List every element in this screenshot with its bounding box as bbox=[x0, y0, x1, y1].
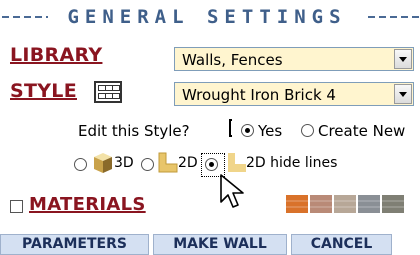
library-dropdown-button[interactable] bbox=[394, 49, 412, 69]
edit-create-new-label[interactable]: Create New bbox=[318, 122, 405, 140]
style-select-value: Wrought Iron Brick 4 bbox=[182, 86, 336, 104]
material-swatch[interactable] bbox=[334, 195, 356, 213]
style-label[interactable]: STYLE bbox=[10, 80, 77, 102]
settings-header: GENERAL SETTINGS bbox=[0, 0, 420, 34]
style-grid-button[interactable] bbox=[94, 81, 122, 103]
material-swatch[interactable] bbox=[382, 195, 404, 213]
materials-checkbox[interactable] bbox=[10, 200, 23, 213]
view-2d-radio[interactable] bbox=[141, 158, 154, 171]
material-swatch[interactable] bbox=[358, 195, 380, 213]
parameters-button[interactable]: PARAMETERS bbox=[0, 234, 149, 255]
view-3d-radio[interactable] bbox=[74, 158, 87, 171]
edit-create-new-radio[interactable] bbox=[301, 124, 314, 137]
materials-label[interactable]: MATERIALS bbox=[29, 194, 146, 215]
edit-style-question: Edit this Style? bbox=[78, 122, 190, 140]
view-2d-hide-label[interactable]: 2D hide lines bbox=[246, 155, 337, 171]
cancel-button[interactable]: CANCEL bbox=[291, 234, 392, 255]
edit-yes-label[interactable]: Yes bbox=[258, 122, 282, 140]
style-dropdown-button[interactable] bbox=[394, 84, 412, 104]
material-swatches[interactable] bbox=[286, 193, 408, 217]
material-swatch[interactable] bbox=[286, 195, 308, 213]
material-swatch[interactable] bbox=[310, 195, 332, 213]
edit-style-bracket bbox=[229, 119, 232, 137]
header-rule-right bbox=[368, 16, 420, 18]
view-2d-hide-radio[interactable] bbox=[205, 158, 218, 171]
header-title: GENERAL SETTINGS bbox=[67, 6, 347, 28]
shape-2d-hide-lines-icon bbox=[228, 153, 246, 172]
mouse-cursor-icon bbox=[220, 174, 244, 208]
library-label[interactable]: LIBRARY bbox=[10, 44, 102, 66]
shape-2d-icon bbox=[158, 152, 178, 173]
library-select[interactable]: Walls, Fences bbox=[174, 47, 414, 71]
cube-3d-icon bbox=[94, 153, 112, 173]
style-select[interactable]: Wrought Iron Brick 4 bbox=[174, 82, 414, 106]
view-2d-label[interactable]: 2D bbox=[178, 155, 198, 171]
view-3d-label[interactable]: 3D bbox=[114, 155, 134, 171]
header-rule-left bbox=[2, 16, 48, 18]
settings-panel: LIBRARY Walls, Fences STYLE Wrought Iron… bbox=[0, 34, 420, 255]
edit-yes-radio[interactable] bbox=[241, 124, 254, 137]
make-wall-button[interactable]: MAKE WALL bbox=[153, 234, 287, 255]
library-select-value: Walls, Fences bbox=[182, 51, 283, 69]
